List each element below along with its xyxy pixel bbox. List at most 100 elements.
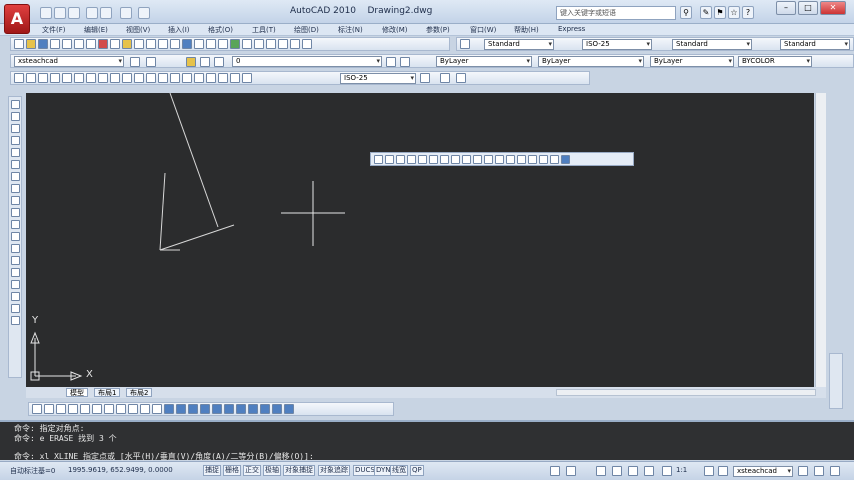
hatch-icon[interactable] xyxy=(10,268,20,277)
construction-line-icon[interactable] xyxy=(10,112,20,121)
line-icon[interactable] xyxy=(10,100,20,109)
vertical-scrollbar[interactable] xyxy=(815,93,826,387)
mirror-icon[interactable] xyxy=(396,154,405,164)
help-tool-icon[interactable] xyxy=(302,39,312,49)
scale-icon[interactable] xyxy=(451,154,460,164)
explode-icon[interactable] xyxy=(550,154,559,164)
menu-modify[interactable]: 修改(M) xyxy=(382,25,408,35)
snap-extension-icon[interactable] xyxy=(104,404,114,414)
coordinates-readout[interactable]: 1995.9619, 652.9499, 0.0000 xyxy=(68,466,173,474)
mtext-icon[interactable] xyxy=(10,316,20,325)
modify-extra-icon[interactable] xyxy=(561,154,570,164)
text-style-select[interactable]: Standard xyxy=(484,39,554,50)
layer-freeze-icon[interactable] xyxy=(200,57,210,67)
layout-icon[interactable] xyxy=(566,466,576,476)
point-icon[interactable] xyxy=(10,256,20,265)
close-button[interactable]: ✕ xyxy=(820,1,846,15)
undo-icon[interactable] xyxy=(86,7,98,19)
auto-scale-icon[interactable] xyxy=(718,466,728,476)
toolbar-extra-1-icon[interactable] xyxy=(440,73,450,83)
redo-icon[interactable] xyxy=(100,7,112,19)
print-icon[interactable] xyxy=(50,39,60,49)
dim-break-icon[interactable] xyxy=(158,73,168,83)
calculator-icon[interactable] xyxy=(290,39,300,49)
snap-none-icon[interactable] xyxy=(212,404,222,414)
snap-extra-1-icon[interactable] xyxy=(236,404,246,414)
communication-icon[interactable]: ⚑ xyxy=(714,6,726,19)
insert-block-icon[interactable] xyxy=(10,232,20,241)
sheet-set-icon[interactable] xyxy=(266,39,276,49)
open-file-icon[interactable] xyxy=(26,39,36,49)
design-center-icon[interactable] xyxy=(242,39,252,49)
toggle-snap[interactable]: 捕捉 xyxy=(203,465,221,476)
minimize-button[interactable]: – xyxy=(776,1,796,15)
linear-dim-icon[interactable] xyxy=(14,73,24,83)
match-properties-icon[interactable] xyxy=(134,39,144,49)
layer-select[interactable]: 0 xyxy=(232,56,382,67)
preview-icon[interactable] xyxy=(62,39,72,49)
toggle-lineweight[interactable]: 线宽 xyxy=(390,465,408,476)
make-object-layer-current-icon[interactable] xyxy=(386,57,396,67)
erase-icon[interactable] xyxy=(374,154,383,164)
zoom-window-icon[interactable] xyxy=(206,39,216,49)
toggle-otrack[interactable]: 对象追踪 xyxy=(318,465,350,476)
baseline-dim-icon[interactable] xyxy=(122,73,132,83)
snap-center-icon[interactable] xyxy=(116,404,126,414)
menu-file[interactable]: 文件(F) xyxy=(42,25,66,35)
snap-extra-3-icon[interactable] xyxy=(260,404,270,414)
layer-previous-icon[interactable] xyxy=(400,57,410,67)
snap-quadrant-icon[interactable] xyxy=(128,404,138,414)
snap-settings-icon[interactable] xyxy=(224,404,234,414)
dimension-style-icon[interactable] xyxy=(420,73,430,83)
gradient-icon[interactable] xyxy=(10,280,20,289)
plotstyle-select[interactable]: BYCOLOR xyxy=(738,56,812,67)
qnew-icon[interactable] xyxy=(14,39,24,49)
3d-dwf-icon[interactable] xyxy=(86,39,96,49)
menu-dimension[interactable]: 标注(N) xyxy=(338,25,363,35)
circle-icon[interactable] xyxy=(10,172,20,181)
tolerance-icon[interactable] xyxy=(170,73,180,83)
annotation-scale[interactable]: 1:1 xyxy=(676,466,687,474)
toolbar-extra-2-icon[interactable] xyxy=(456,73,466,83)
arc-icon[interactable] xyxy=(10,160,20,169)
linetype-select[interactable]: ByLayer xyxy=(538,56,644,67)
menu-tools[interactable]: 工具(T) xyxy=(252,25,276,35)
snap-intersection-icon[interactable] xyxy=(80,404,90,414)
plot-icon[interactable] xyxy=(120,7,132,19)
tab-layout2[interactable]: 布局2 xyxy=(126,388,153,397)
workspace-switch[interactable]: xsteachcad xyxy=(733,466,793,477)
ellipse-icon[interactable] xyxy=(10,208,20,217)
app-logo[interactable]: A xyxy=(4,4,30,34)
modify-toolbar[interactable] xyxy=(370,152,634,166)
layer-on-icon[interactable] xyxy=(186,57,196,67)
toggle-ortho[interactable]: 正交 xyxy=(243,465,261,476)
steering-wheel-icon[interactable] xyxy=(628,466,638,476)
horizontal-scrollbar[interactable] xyxy=(556,389,816,396)
region-icon[interactable] xyxy=(10,292,20,301)
break-icon[interactable] xyxy=(506,154,515,164)
break-at-point-icon[interactable] xyxy=(495,154,504,164)
properties-icon[interactable] xyxy=(230,39,240,49)
aligned-dim-icon[interactable] xyxy=(26,73,36,83)
menu-express[interactable]: Express xyxy=(558,25,585,33)
pan-status-icon[interactable] xyxy=(596,466,606,476)
array-icon[interactable] xyxy=(418,154,427,164)
dim-style-select[interactable]: ISO-25 xyxy=(582,39,652,50)
model-space-icon[interactable] xyxy=(550,466,560,476)
jogged-dim-icon[interactable] xyxy=(74,73,84,83)
menu-window[interactable]: 窗口(W) xyxy=(470,25,496,35)
paste-icon[interactable] xyxy=(122,39,132,49)
snap-tangent-icon[interactable] xyxy=(140,404,150,414)
quick-dim-icon[interactable] xyxy=(110,73,120,83)
binoculars-icon[interactable]: ⚲ xyxy=(680,6,692,19)
favorites-icon[interactable]: ☆ xyxy=(728,6,740,19)
subscription-icon[interactable]: ✎ xyxy=(700,6,712,19)
command-window[interactable]: 命令: 指定对角点: 命令: e ERASE 找到 3 个 命令: xl XLI… xyxy=(0,420,854,461)
lineweight-select[interactable]: ByLayer xyxy=(650,56,734,67)
layer-lock-icon[interactable] xyxy=(214,57,224,67)
jogged-linear-icon[interactable] xyxy=(206,73,216,83)
drawn-line-1[interactable] xyxy=(169,92,219,228)
markup-icon[interactable] xyxy=(278,39,288,49)
ellipse-arc-icon[interactable] xyxy=(10,220,20,229)
drawn-line-2[interactable] xyxy=(159,224,235,251)
